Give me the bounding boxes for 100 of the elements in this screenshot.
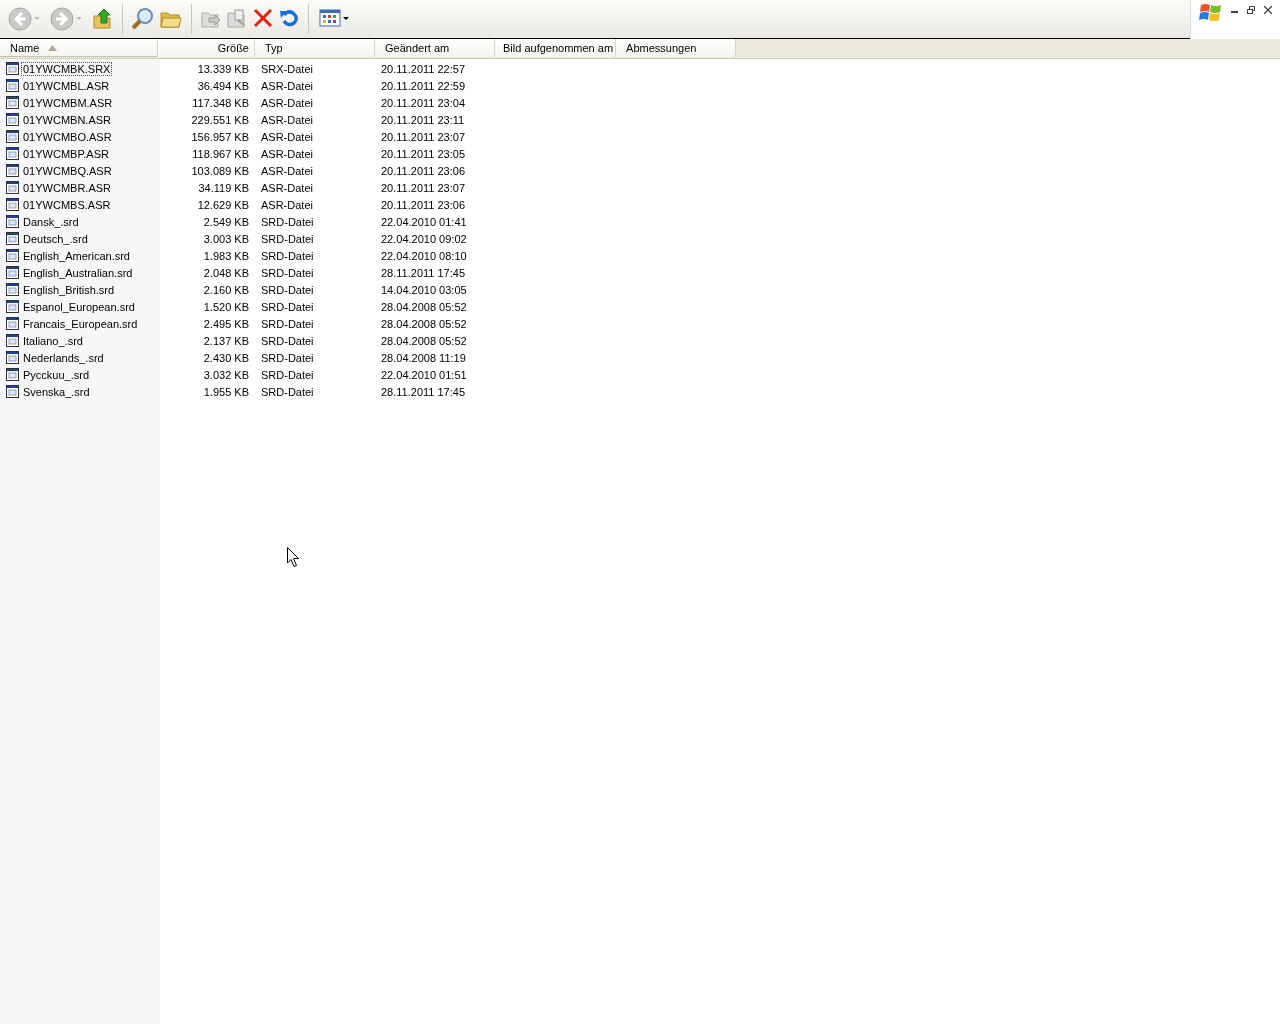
file-icon [6,368,19,381]
file-type: ASR-Datei [261,198,313,211]
file-type: SRD-Datei [261,266,314,279]
column-header[interactable]: Name [0,39,158,57]
column-header[interactable]: Bild aufgenommen am [495,39,617,57]
file-name[interactable]: 01YWCMBS.ASR [21,197,113,212]
file-name[interactable]: Espanol_European.srd [21,299,137,314]
windows-logo-icon [1199,2,1223,24]
file-size: 1.520 KB [203,300,249,313]
file-size: 2.048 KB [203,266,249,279]
file-icon [6,334,19,347]
close-icon[interactable] [1264,6,1272,14]
modified-date: 20.11.2011 23:11 [381,113,465,126]
modified-date: 28.04.2008 05:52 [381,317,467,330]
file-size: 12.629 KB [197,198,249,211]
file-size: 3.032 KB [203,368,249,381]
file-icon [6,215,19,228]
file-size: 2.430 KB [203,351,249,364]
search-icon[interactable] [131,7,155,31]
file-type: SRD-Datei [261,368,314,381]
file-size: 34.119 KB [198,181,249,194]
file-size: 2.160 KB [203,283,249,296]
file-type: SRD-Datei [261,249,314,262]
file-name[interactable]: Francais_European.srd [21,316,140,331]
modified-date: 20.11.2011 23:06 [381,164,465,177]
file-icon [6,266,19,279]
modified-date: 28.04.2008 05:52 [381,300,467,313]
modified-date: 28.04.2008 05:52 [381,334,467,347]
file-type: SRD-Datei [261,232,314,245]
file-type: SRD-Datei [261,300,314,313]
modified-date: 22.04.2010 01:41 [381,215,467,228]
file-icon [6,79,19,92]
file-icon [6,385,19,398]
file-size: 2.549 KB [203,215,249,228]
file-size: 118.967 KB [192,147,249,160]
file-name[interactable]: 01YWCMBO.ASR [21,129,114,144]
file-icon [6,351,19,364]
file-size: 13.339 KB [197,62,249,75]
file-name[interactable]: 01YWCMBN.ASR [21,112,114,127]
modified-date: 22.04.2010 08:10 [381,249,467,262]
file-type: ASR-Datei [261,79,313,92]
restore-icon[interactable] [1247,6,1255,14]
file-icon [6,249,19,262]
file-size: 1.983 KB [203,249,249,262]
file-name[interactable]: 01YWCMBK.SRX [21,61,113,76]
file-size: 103.089 KB [191,164,249,177]
file-name[interactable]: Svenska_.srd [21,384,92,399]
file-icon [6,198,19,211]
file-name[interactable]: English_American.srd [21,248,132,263]
file-icon [6,317,19,330]
modified-date: 14.04.2010 03:05 [381,283,467,296]
file-icon [6,181,19,194]
file-icon [6,283,19,296]
sort-ascending-icon [48,44,58,51]
file-name[interactable]: Pycckuu_.srd [21,367,92,382]
modified-date: 28.11.2011 17:45 [381,266,465,279]
file-name[interactable]: English_Australian.srd [21,265,135,280]
modified-date: 20.11.2011 22:57 [381,62,465,75]
file-type: SRD-Datei [261,334,314,347]
file-icon [6,147,19,160]
file-type: SRD-Datei [261,385,314,398]
file-type: ASR-Datei [261,113,313,126]
file-name[interactable]: 01YWCMBP.ASR [21,146,111,161]
file-type: ASR-Datei [261,164,313,177]
file-type: SRD-Datei [261,351,314,364]
modified-date: 20.11.2011 23:07 [381,181,465,194]
file-size: 117.348 KB [192,96,249,109]
file-name[interactable]: 01YWCMBR.ASR [21,180,114,195]
file-size: 2.495 KB [203,317,249,330]
column-header[interactable]: Abmessungen [616,39,737,57]
modified-date: 20.11.2011 23:05 [381,147,465,160]
file-icon [6,113,19,126]
file-name[interactable]: English_British.srd [21,282,117,297]
file-size: 1.955 KB [203,385,249,398]
file-size: 156.957 KB [191,130,249,143]
file-type: ASR-Datei [261,147,313,160]
modified-date: 20.11.2011 23:04 [381,96,465,109]
folder-up-arrow-icon[interactable] [92,7,114,31]
file-name[interactable]: 01YWCMBQ.ASR [21,163,114,178]
file-type: ASR-Datei [261,130,313,143]
file-size: 229.551 KB [191,113,249,126]
column-header[interactable]: Größe [158,39,255,57]
modified-date: 28.04.2008 11:19 [381,351,466,364]
file-name[interactable]: Italiano_.srd [21,333,85,348]
file-type: SRD-Datei [261,283,314,296]
file-name[interactable]: 01YWCMBL.ASR [21,78,112,93]
file-size: 36.494 KB [197,79,249,92]
file-icon [6,232,19,245]
modified-date: 20.11.2011 23:06 [381,198,465,211]
file-type: ASR-Datei [261,181,313,194]
file-size: 3.003 KB [203,232,249,245]
file-name[interactable]: Nederlands_.srd [21,350,106,365]
file-icon [6,300,19,313]
file-name[interactable]: Deutsch_.srd [21,231,90,246]
file-type: SRX-Datei [261,62,313,75]
modified-date: 22.04.2010 09:02 [381,232,467,245]
column-header[interactable]: Geändert am [375,39,495,57]
column-header[interactable]: Typ [255,39,375,57]
file-name[interactable]: Dansk_.srd [21,214,81,229]
file-name[interactable]: 01YWCMBM.ASR [21,95,115,110]
